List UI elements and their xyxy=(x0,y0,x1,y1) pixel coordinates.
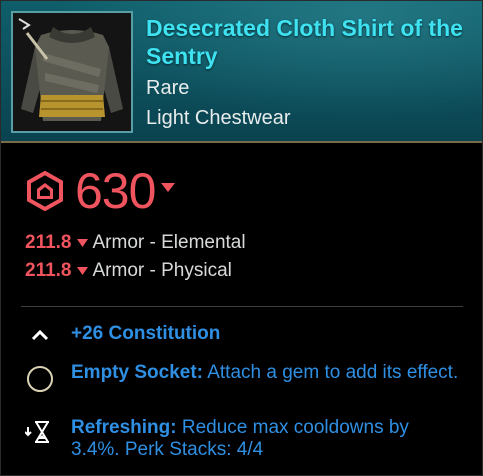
stat-value: 211.8 xyxy=(25,260,72,281)
perk-text: +26 Constitution xyxy=(71,323,461,345)
stat-row-elemental: 211.8 Armor - Elemental xyxy=(25,231,246,255)
section-divider xyxy=(21,306,463,307)
cloth-shirt-icon xyxy=(11,11,133,133)
attribute-chevron-icon xyxy=(31,329,49,341)
perk-text: Empty Socket: Attach a gem to add its ef… xyxy=(71,362,461,384)
trend-down-icon xyxy=(76,238,88,247)
perk-desc: Attach a gem to add its effect. xyxy=(207,362,459,383)
item-tooltip: Desecrated Cloth Shirt of the Sentry Rar… xyxy=(0,0,483,476)
stat-value: 211.8 xyxy=(25,232,72,253)
perk-attribute: +26 Constitution xyxy=(25,323,455,349)
perk-title: Refreshing: xyxy=(71,417,177,438)
item-name: Desecrated Cloth Shirt of the Sentry xyxy=(146,15,463,69)
trend-down-icon xyxy=(161,183,176,192)
tooltip-header: Desecrated Cloth Shirt of the Sentry Rar… xyxy=(1,1,482,143)
empty-socket-icon xyxy=(27,366,53,392)
stat-name: Armor - Physical xyxy=(92,260,232,281)
stat-row-physical: 211.8 Armor - Physical xyxy=(25,259,232,283)
hourglass-icon xyxy=(25,421,49,443)
perk-text: Refreshing: Reduce max cooldowns by 3.4%… xyxy=(71,417,461,461)
stat-name: Armor - Elemental xyxy=(92,232,246,253)
gear-score-value: 630 xyxy=(75,163,156,219)
trend-down-icon xyxy=(76,266,88,275)
item-rarity: Rare xyxy=(146,77,190,99)
perk-refreshing: Refreshing: Reduce max cooldowns by 3.4%… xyxy=(25,417,455,463)
gear-score-icon xyxy=(27,171,63,211)
item-category: Light Chestwear xyxy=(146,107,291,129)
perk-socket[interactable]: Empty Socket: Attach a gem to add its ef… xyxy=(25,362,458,408)
gear-score: 630 xyxy=(25,161,176,221)
perk-title: +26 Constitution xyxy=(71,323,221,344)
perk-title: Empty Socket: xyxy=(71,362,203,383)
